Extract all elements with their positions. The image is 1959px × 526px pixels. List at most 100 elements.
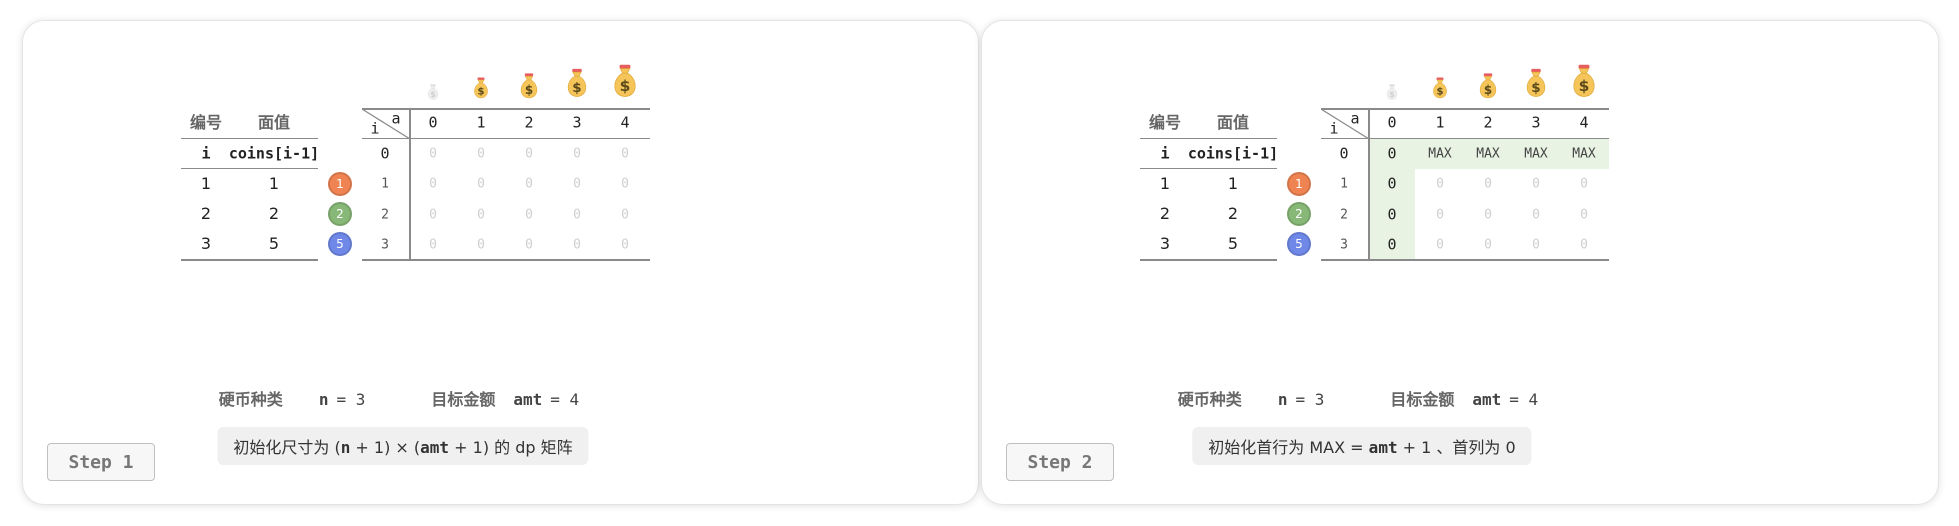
target-amount-label: 目标金额 [431, 390, 496, 409]
coin-badge: 5 [328, 232, 352, 256]
dp-row-header: 1 [1340, 176, 1348, 192]
dp-cell: 0 [525, 176, 533, 192]
dp-cell: 0 [1436, 237, 1444, 253]
n-eq: = 3 [336, 390, 366, 409]
coin-table-cell: 1 [1227, 174, 1239, 193]
table-rule-mid [181, 168, 318, 169]
money-bag-icon: $ [1430, 77, 1450, 104]
step-panel-2: 编号 面值 i coins[i-1] 1 1 2 2 3 5 1 2 5 i a 0 1 2 3 4 0 1 2 3 0 MAX M… [981, 20, 1939, 505]
svg-text:$: $ [1579, 77, 1590, 95]
dp-corner-col-label: a [1350, 109, 1360, 128]
coin-badge: 2 [328, 202, 352, 226]
caption-part: + 1) × ( [350, 438, 421, 457]
dp-cell: 0 [1484, 207, 1492, 223]
dp-cell: 0 [1436, 176, 1444, 192]
dp-row-header: 1 [381, 176, 389, 192]
money-bag-icon: $ [426, 83, 441, 104]
table-rule-bottom [1140, 259, 1277, 261]
caption-part: n [340, 438, 351, 457]
dp-cell: 0 [621, 176, 629, 192]
dp-corner-row-label: i [1329, 119, 1339, 138]
dp-cell: 0 [1580, 237, 1588, 253]
coin-table-cell: 5 [1227, 234, 1239, 253]
dp-rule-bottom [1321, 259, 1609, 261]
dp-row-header: 0 [380, 144, 390, 163]
dp-rule-bottom [362, 259, 650, 261]
dp-cell: 0 [1580, 207, 1588, 223]
dp-cell: MAX [1428, 146, 1452, 162]
caption-part: amt [420, 438, 450, 457]
svg-text:$: $ [620, 77, 631, 95]
svg-text:$: $ [1437, 87, 1444, 98]
dp-cell: 0 [525, 207, 533, 223]
coin-table-cell: 5 [268, 234, 280, 253]
caption-part: + 1 、首列为 0 [1397, 438, 1516, 457]
coin-table-cell: 1 [1159, 174, 1171, 193]
dp-cell: 0 [1532, 207, 1540, 223]
caption-part: 初始化尺寸为 ( [233, 438, 341, 457]
svg-text:$: $ [1531, 80, 1540, 96]
coin-table-cell: 2 [1227, 204, 1239, 223]
coin-table-cell: 3 [200, 234, 212, 253]
dp-col-header: 0 [1387, 113, 1397, 132]
dp-cell: 0 [477, 207, 485, 223]
table-rule-bottom [181, 259, 318, 261]
dp-cell: 0 [429, 146, 437, 162]
dp-col-header: 4 [620, 113, 630, 132]
dp-cell: 0 [1436, 207, 1444, 223]
dp-cell: MAX [1572, 146, 1596, 162]
dp-cell: 0 [573, 237, 581, 253]
coin-kinds-label: 硬币种类 [1177, 390, 1242, 409]
dp-corner-row-label: i [370, 119, 380, 138]
dp-cell: 0 [477, 237, 485, 253]
coin-table-cell: 3 [1159, 234, 1171, 253]
caption-part: amt [1368, 438, 1398, 457]
dp-cell: 0 [1532, 237, 1540, 253]
dp-row-header: 0 [1339, 144, 1349, 163]
dp-cell: 0 [1580, 176, 1588, 192]
dp-col-header: 2 [1483, 113, 1493, 132]
col-header-id: 编号 [1148, 113, 1182, 132]
dp-col-header: 3 [1531, 113, 1541, 132]
dp-corner-col-label: a [391, 109, 401, 128]
money-bag-icon: $ [517, 72, 541, 104]
col-subheader-coins: coins[i-1] [228, 144, 320, 163]
table-rule-mid [1140, 168, 1277, 169]
step-caption: 初始化首行为 MAX = amt + 1 、首列为 0 [1192, 427, 1532, 465]
money-bag-icon: $ [564, 67, 591, 102]
col-header-id: 编号 [189, 113, 223, 132]
dp-cell: 0 [573, 207, 581, 223]
problem-params: 硬币种类 n = 3 目标金额 amt = 4 [153, 386, 653, 410]
step-caption: 初始化尺寸为 (n + 1) × (amt + 1) 的 dp 矩阵 [217, 427, 589, 465]
n-var: n [1277, 390, 1288, 409]
col-header-value: 面值 [1216, 113, 1250, 132]
step-button[interactable]: Step 2 [1006, 443, 1114, 481]
target-amount-label: 目标金额 [1390, 390, 1455, 409]
svg-text:$: $ [1484, 83, 1492, 97]
coin-table-cell: 1 [200, 174, 212, 193]
n-var: n [318, 390, 329, 409]
dp-col-header: 1 [1435, 113, 1445, 132]
dp-cell: MAX [1476, 146, 1500, 162]
dp-cell: 0 [621, 146, 629, 162]
dp-row-header: 2 [1340, 207, 1348, 223]
svg-text:$: $ [525, 83, 533, 97]
dp-corner-diagonal [1321, 109, 1369, 139]
table-rule-top [181, 138, 318, 139]
dp-row-header: 3 [1340, 237, 1348, 253]
dp-cell: 0 [573, 146, 581, 162]
amt-eq: = 4 [1509, 390, 1539, 409]
money-bag-icon: $ [1476, 72, 1500, 104]
dp-cell: 0 [429, 237, 437, 253]
dp-col-header: 4 [1579, 113, 1589, 132]
dp-cell: 0 [429, 207, 437, 223]
coin-badge: 1 [328, 172, 352, 196]
dp-col-header: 0 [428, 113, 438, 132]
dp-corner-diagonal [362, 109, 410, 139]
step-button[interactable]: Step 1 [47, 443, 155, 481]
money-bag-icon: $ [1569, 63, 1600, 103]
caption-part: 初始化首行为 MAX = [1208, 438, 1369, 457]
dp-cell: 0 [477, 146, 485, 162]
n-eq: = 3 [1295, 390, 1325, 409]
svg-text:$: $ [430, 90, 435, 99]
